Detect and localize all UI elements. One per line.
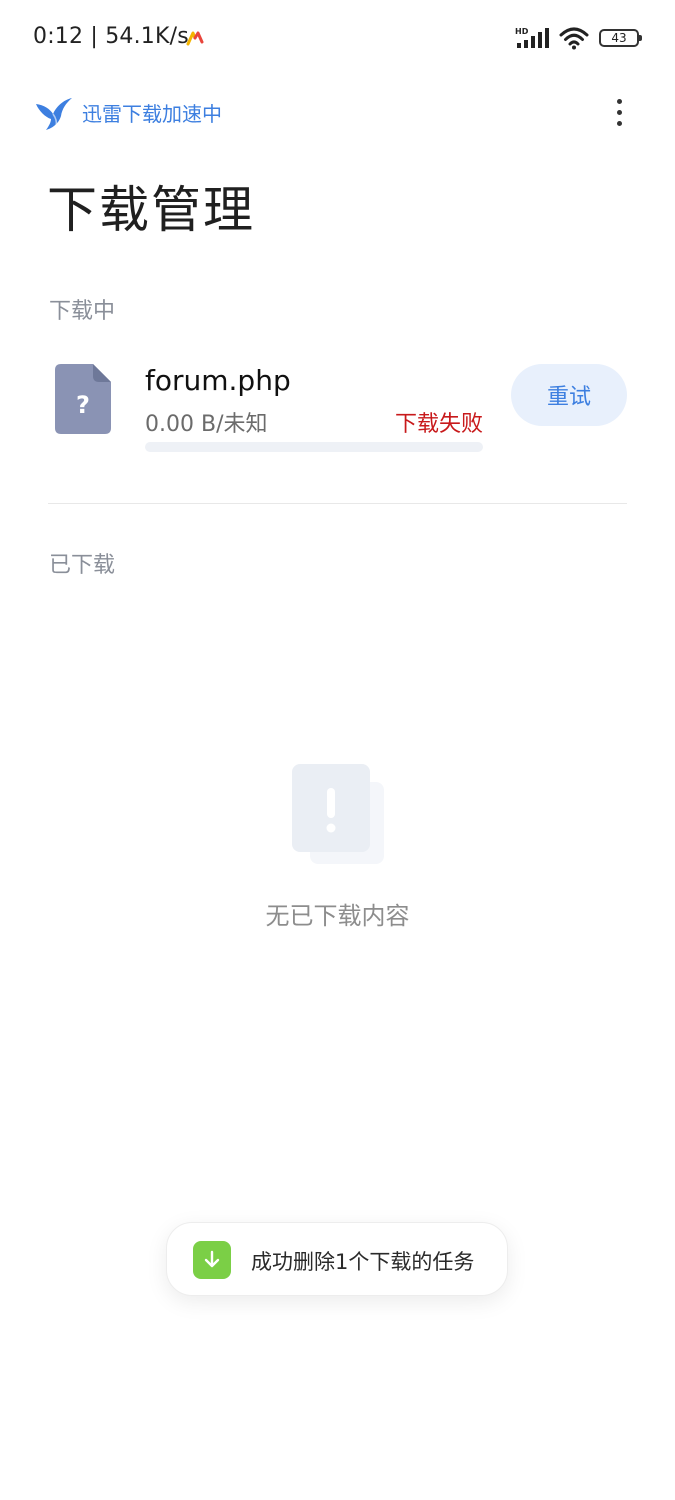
battery-level: 43 xyxy=(611,31,627,45)
file-size: 0.00 B/未知 xyxy=(145,412,268,437)
unknown-file-icon: ? xyxy=(55,364,111,434)
cellular-signal-icon: HD xyxy=(515,27,549,48)
toast-notification: 成功删除1个下载的任务 xyxy=(166,1222,508,1296)
status-bar: 0:12 | 54.1K/s HD 43 xyxy=(0,0,675,76)
battery-icon: 43 xyxy=(599,29,642,47)
top-bar: 迅雷下载加速中 xyxy=(0,84,675,140)
empty-state-icon xyxy=(292,764,384,864)
page-title: 下载管理 xyxy=(47,181,255,239)
svg-text:HD: HD xyxy=(515,27,529,36)
wifi-icon xyxy=(559,27,589,50)
progress-bar xyxy=(145,442,483,452)
more-dot-icon xyxy=(616,120,622,126)
status-time-speed: 0:12 | 54.1K/s xyxy=(33,24,189,49)
section-label-downloading: 下载中 xyxy=(49,299,116,324)
download-manager-screen: 0:12 | 54.1K/s HD 43 迅雷下载加速中 下载管理 下载中 ? … xyxy=(0,0,675,1500)
more-options-button[interactable] xyxy=(607,92,631,132)
status-icons: HD 43 xyxy=(515,26,642,50)
download-item[interactable]: ? forum.php 0.00 B/未知 下载失败 重试 xyxy=(0,350,675,460)
download-status: 下载失败 xyxy=(394,412,483,437)
section-divider xyxy=(48,503,627,504)
retry-button[interactable]: 重试 xyxy=(511,364,627,426)
toast-text: 成功删除1个下载的任务 xyxy=(251,1250,475,1274)
svg-text:?: ? xyxy=(76,391,90,419)
section-label-downloaded: 已下载 xyxy=(49,553,116,578)
empty-state-text: 无已下载内容 xyxy=(265,902,410,930)
file-name: forum.php xyxy=(145,364,291,397)
acceleration-status-text: 迅雷下载加速中 xyxy=(82,102,222,126)
network-speed-icon xyxy=(186,31,204,46)
more-dot-icon xyxy=(616,109,622,115)
more-dot-icon xyxy=(616,98,622,104)
download-arrow-icon xyxy=(193,1241,231,1279)
thunder-bird-logo-icon xyxy=(36,98,72,130)
